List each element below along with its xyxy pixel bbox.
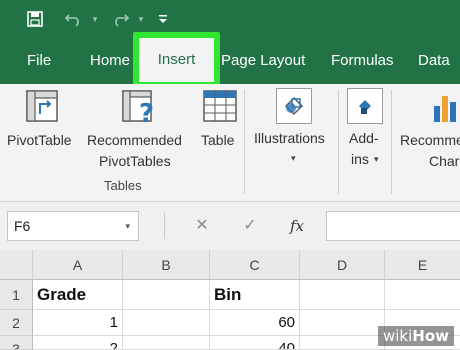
tab-file[interactable]: File <box>27 38 51 84</box>
cell-b2[interactable] <box>123 310 210 336</box>
cell-a2[interactable]: 1 <box>33 310 123 336</box>
undo-icon[interactable] <box>62 8 86 30</box>
undo-dropdown-icon[interactable]: ▾ <box>89 8 101 30</box>
watermark-suffix: How <box>412 327 450 345</box>
cell-c1[interactable]: Bin <box>210 280 300 310</box>
cell-c3[interactable]: 40 <box>210 336 300 350</box>
select-all-corner[interactable] <box>0 250 33 280</box>
illustrations-dropdown-icon[interactable]: ▾ <box>291 153 296 164</box>
add-ins-icon[interactable] <box>347 88 383 129</box>
tab-data[interactable]: Data <box>418 38 450 84</box>
customize-toolbar-icon[interactable] <box>156 8 170 30</box>
cell-c2[interactable]: 60 <box>210 310 300 336</box>
illustrations-button[interactable]: Illustrations <box>254 130 325 146</box>
add-ins-label-1[interactable]: Add- <box>349 130 379 146</box>
title-bar: ▾ ▾ <box>0 0 460 38</box>
table-icon[interactable] <box>203 90 237 127</box>
cell-a1[interactable]: Grade <box>33 280 123 310</box>
name-box[interactable]: F6 ▾ <box>7 211 139 241</box>
recommended-charts-icon[interactable] <box>432 92 460 129</box>
table-button[interactable]: Table <box>201 132 234 148</box>
recommended-pivottables-icon[interactable]: ? <box>122 90 158 129</box>
column-header-e[interactable]: E <box>385 250 460 280</box>
ribbon: PivotTable ? Recommended PivotTables Tab… <box>0 84 460 202</box>
tab-page-layout[interactable]: Page Layout <box>221 38 305 84</box>
redo-icon[interactable] <box>108 8 132 30</box>
add-ins-dropdown-icon[interactable]: ▾ <box>374 154 379 165</box>
column-header-b[interactable]: B <box>123 250 210 280</box>
name-box-dropdown-icon[interactable]: ▾ <box>125 212 130 240</box>
tab-home[interactable]: Home <box>90 38 130 84</box>
formula-bar-separator <box>164 213 165 239</box>
insert-function-button[interactable]: fx <box>282 211 312 241</box>
group-separator <box>391 90 392 194</box>
tables-group-label: Tables <box>104 178 142 193</box>
cell-b3[interactable] <box>123 336 210 350</box>
group-separator <box>244 90 245 194</box>
cell-d3[interactable] <box>300 336 385 350</box>
cell-a3[interactable]: 2 <box>33 336 123 350</box>
recommended-charts-label-1[interactable]: Recomme <box>400 132 460 148</box>
tab-formulas[interactable]: Formulas <box>331 38 394 84</box>
watermark-prefix: wiki <box>383 327 413 345</box>
cell-e1[interactable] <box>385 280 460 310</box>
save-icon[interactable] <box>25 8 45 30</box>
tab-insert[interactable]: Insert <box>133 32 220 88</box>
recommended-pivottables-label-1[interactable]: Recommended <box>87 132 182 148</box>
recommended-charts-label-2[interactable]: Char <box>429 153 459 169</box>
name-box-value: F6 <box>14 218 31 234</box>
column-header-a[interactable]: A <box>33 250 123 280</box>
pivottable-icon[interactable] <box>26 90 58 127</box>
cell-d2[interactable] <box>300 310 385 336</box>
row-header-3[interactable]: 3 <box>0 336 33 350</box>
column-header-c[interactable]: C <box>210 250 300 280</box>
recommended-pivottables-label-2[interactable]: PivotTables <box>99 153 171 169</box>
pivottable-button[interactable]: PivotTable <box>7 132 72 148</box>
cell-b1[interactable] <box>123 280 210 310</box>
redo-dropdown-icon[interactable]: ▾ <box>135 8 147 30</box>
row-header-1[interactable]: 1 <box>0 280 33 310</box>
formula-input[interactable] <box>326 211 460 241</box>
group-separator <box>338 90 339 194</box>
cell-d1[interactable] <box>300 280 385 310</box>
wikihow-watermark: wikiHow <box>378 326 455 346</box>
add-ins-label-2[interactable]: ins <box>351 151 369 167</box>
column-header-d[interactable]: D <box>300 250 385 280</box>
cancel-entry-icon[interactable]: ✕ <box>187 211 217 241</box>
illustrations-icon[interactable] <box>276 88 312 129</box>
svg-text:?: ? <box>139 99 154 124</box>
row-header-2[interactable]: 2 <box>0 310 33 336</box>
confirm-entry-icon[interactable]: ✓ <box>235 211 265 241</box>
